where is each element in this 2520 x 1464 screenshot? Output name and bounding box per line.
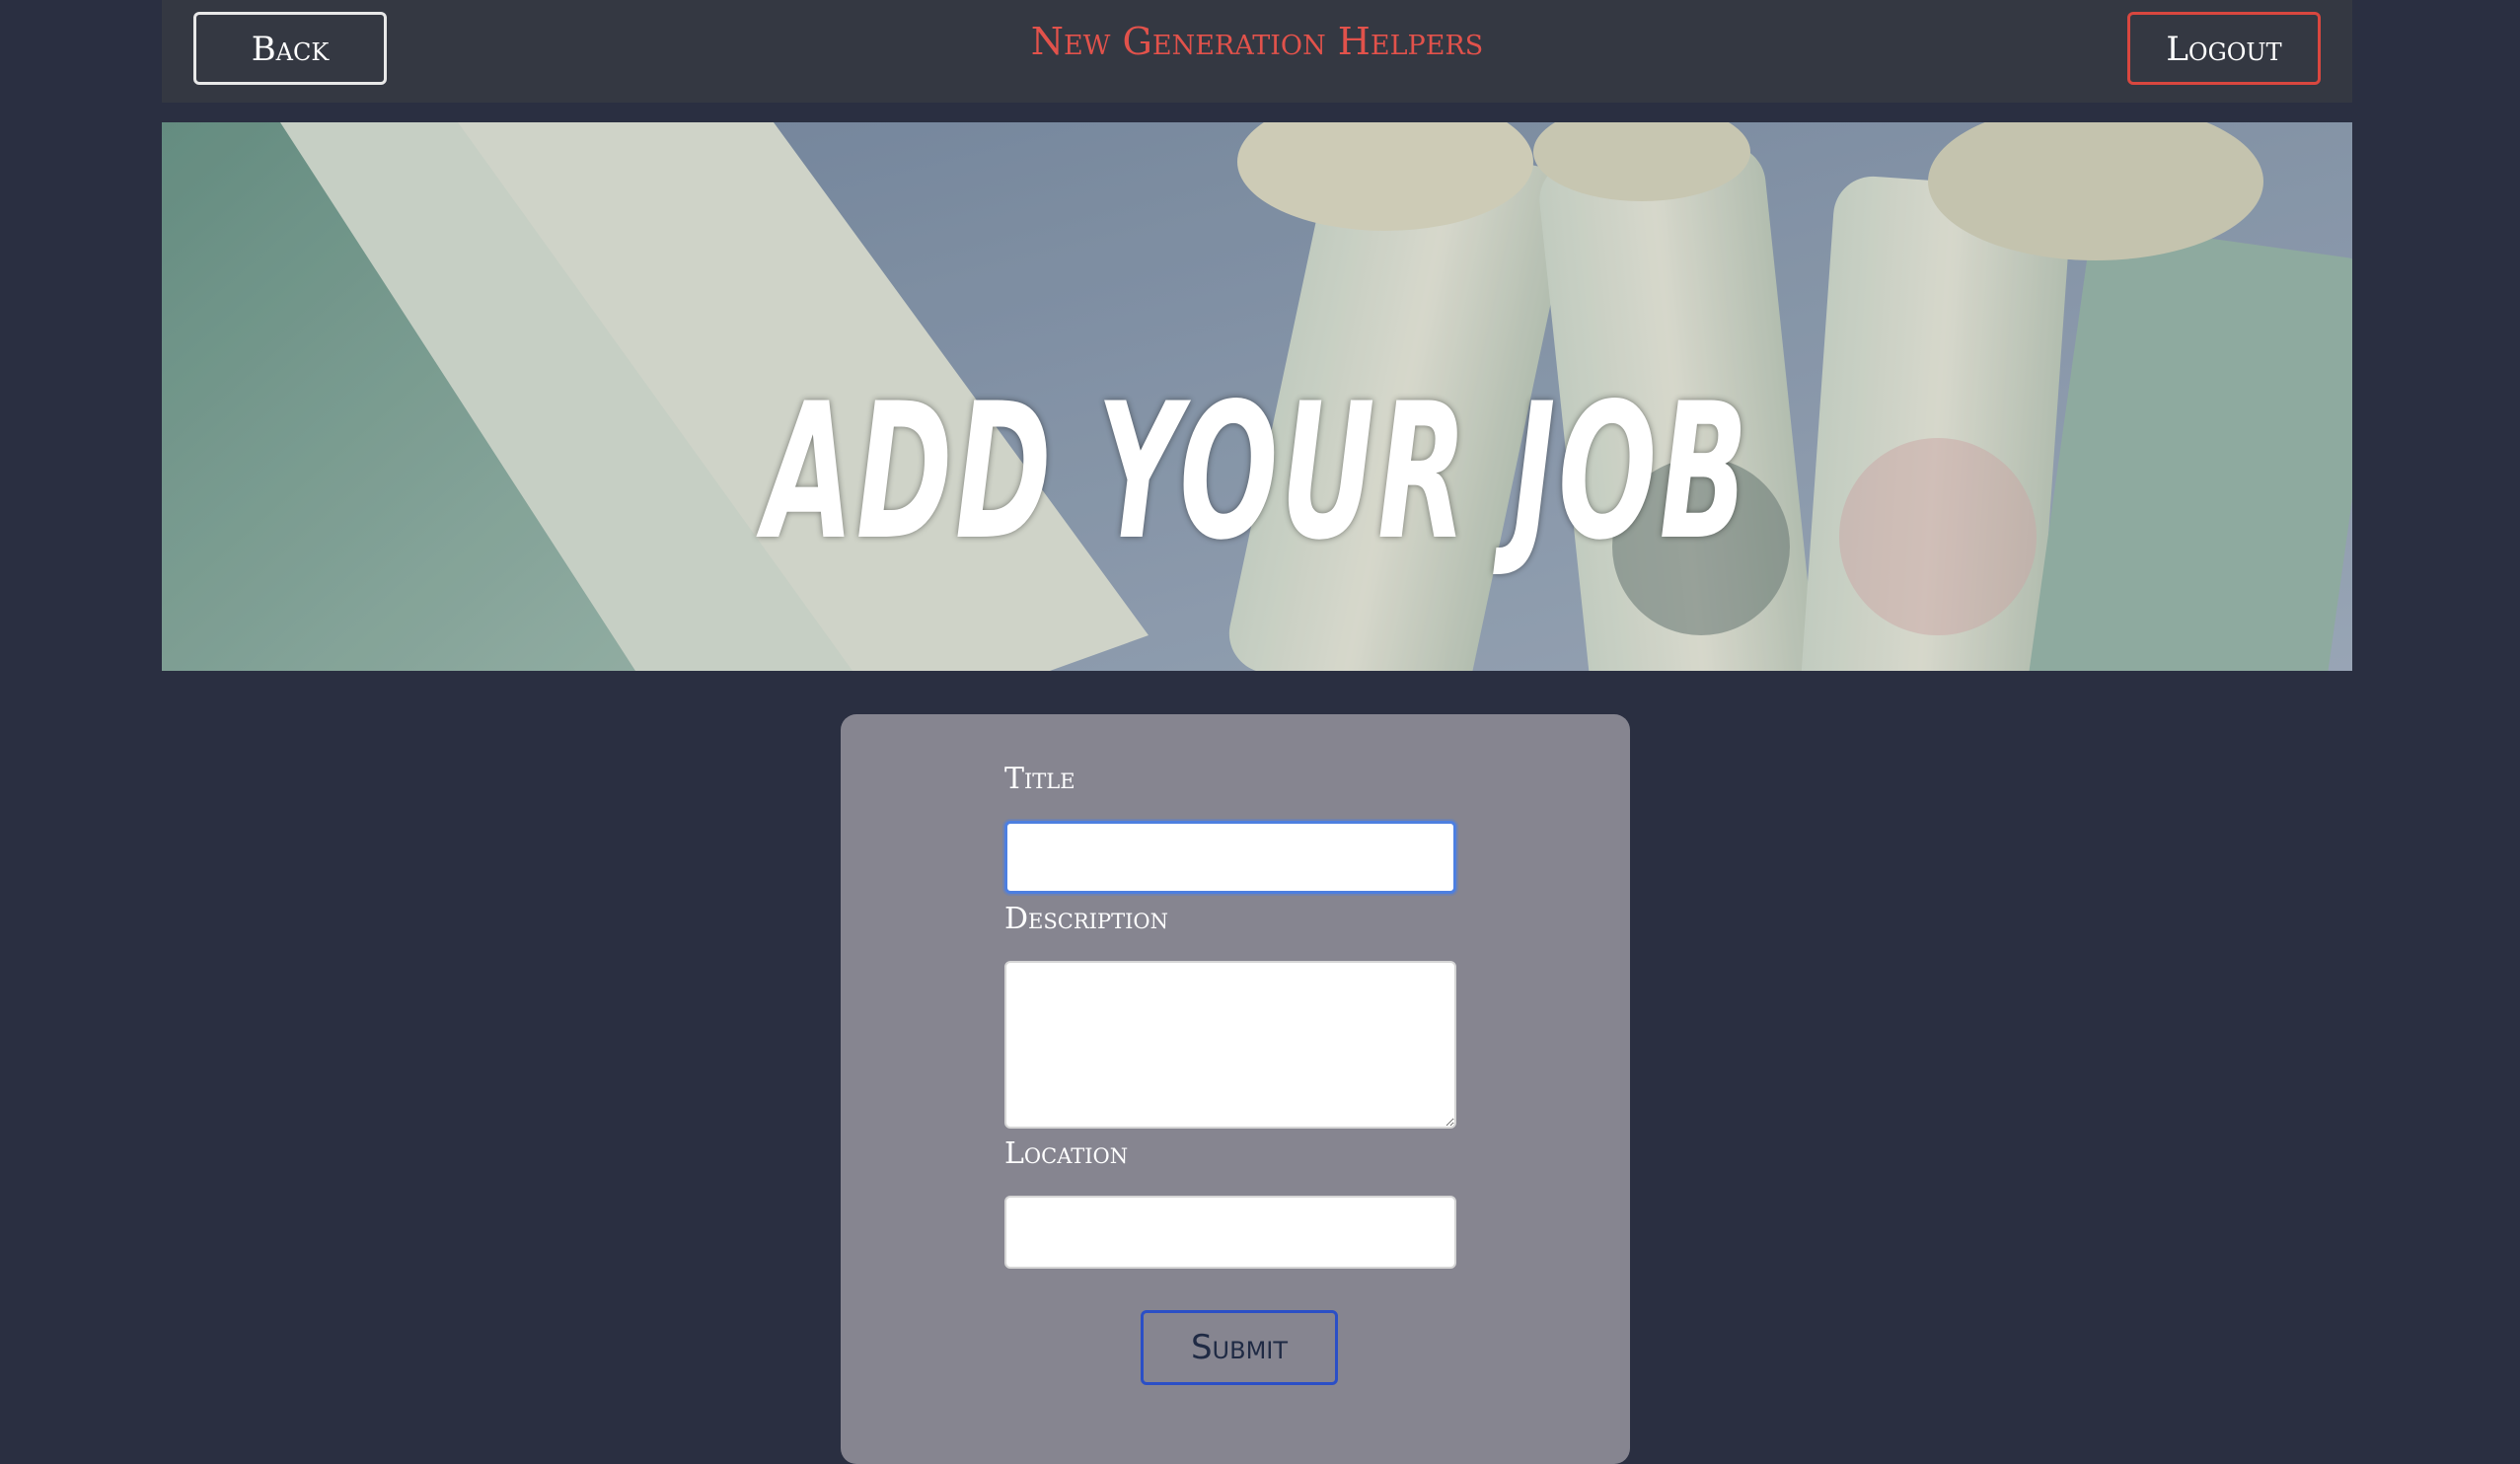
add-job-form: Title Description Location Submit: [841, 714, 1630, 1464]
logout-button[interactable]: Logout: [2127, 12, 2321, 85]
description-label: Description: [1004, 902, 1168, 936]
location-input[interactable]: [1004, 1196, 1456, 1269]
navbar: Back New Generation Helpers Logout: [162, 0, 2352, 103]
hero-title: ADD YOUR JOB: [764, 363, 1750, 581]
location-label: Location: [1004, 1136, 1129, 1171]
submit-button[interactable]: Submit: [1141, 1310, 1338, 1385]
description-textarea[interactable]: [1004, 961, 1456, 1129]
hero-banner: ADD YOUR JOB: [162, 122, 2352, 671]
title-label: Title: [1004, 762, 1075, 796]
brand-title: New Generation Helpers: [1030, 20, 1484, 63]
title-input[interactable]: [1004, 821, 1456, 894]
